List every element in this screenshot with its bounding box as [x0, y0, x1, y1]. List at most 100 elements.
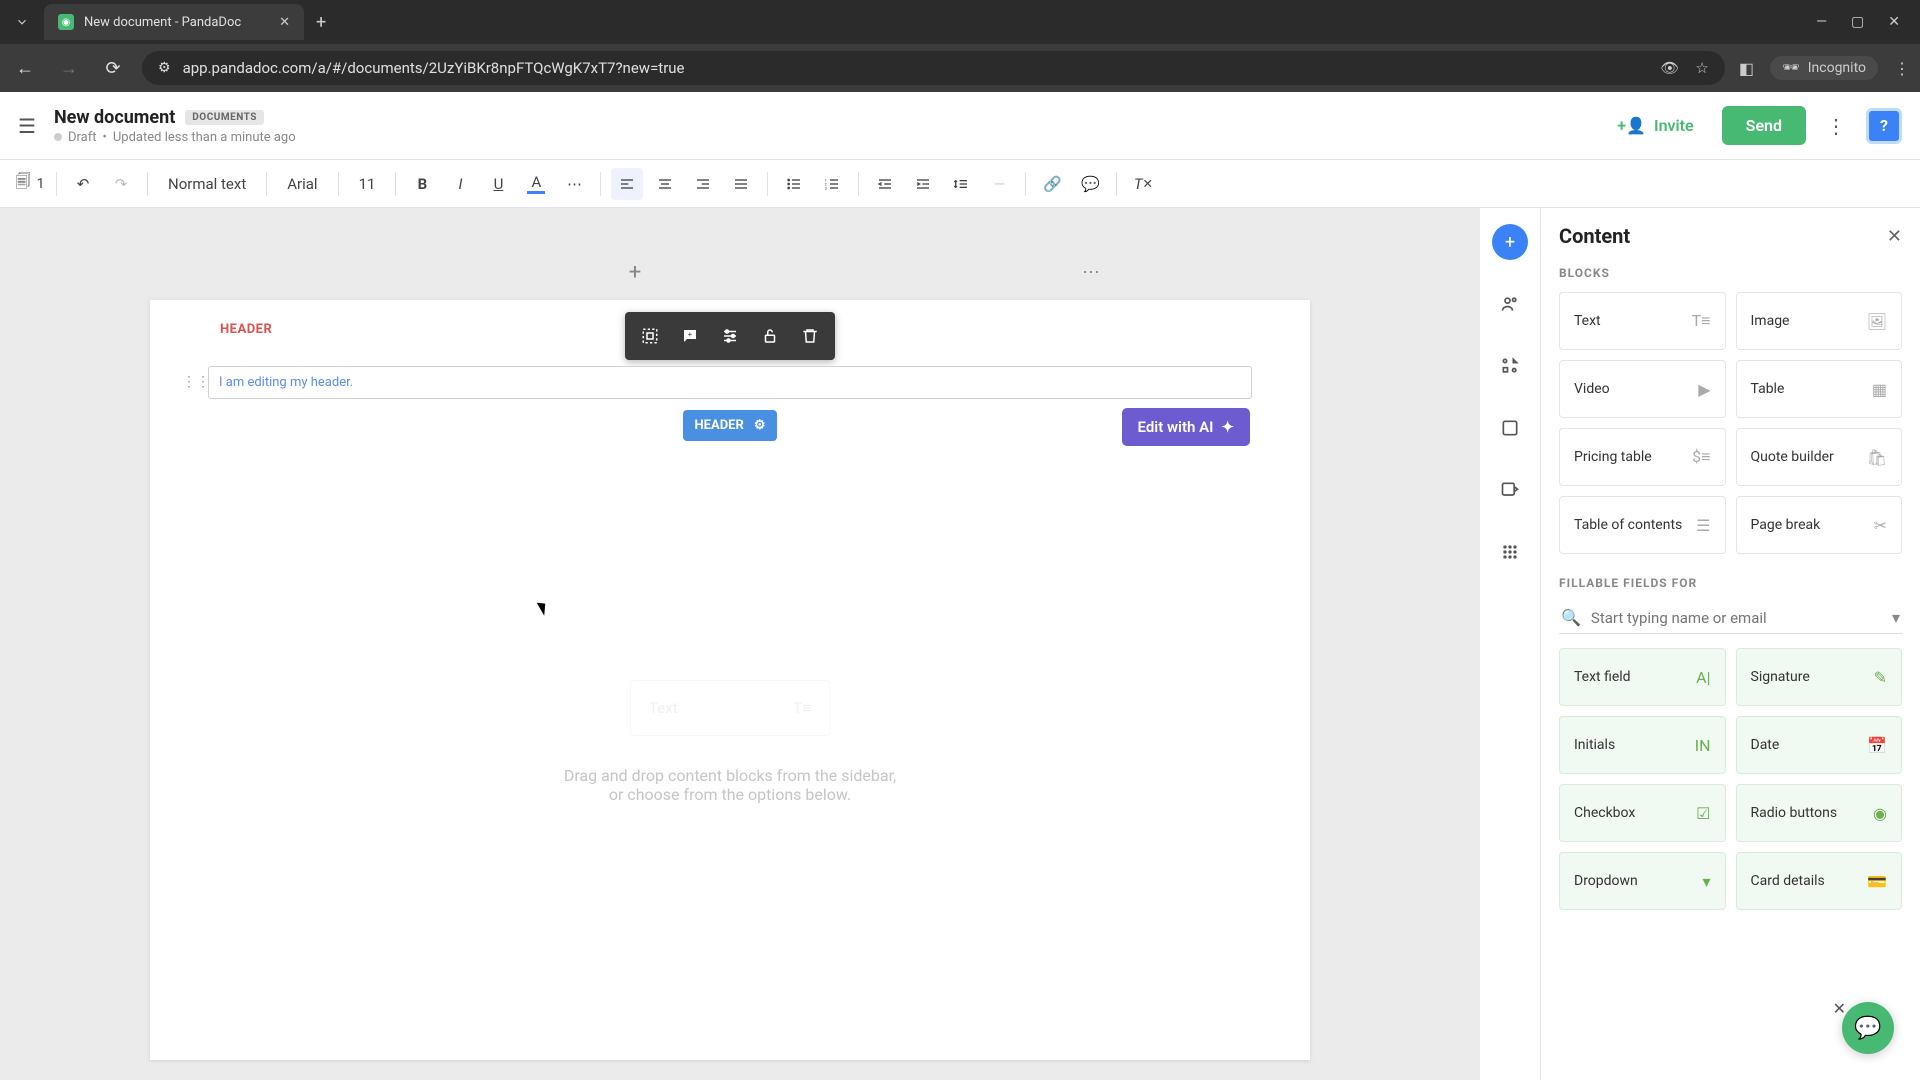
pages-button[interactable]: 🗐 1 — [14, 168, 46, 200]
block-toc[interactable]: Table of contents☰ — [1559, 496, 1726, 554]
gear-icon[interactable]: ⚙ — [754, 418, 766, 433]
minimize-icon[interactable]: — — [1816, 14, 1827, 30]
text-icon: T≡ — [793, 699, 811, 717]
help-button[interactable]: ? — [1866, 108, 1902, 144]
align-center-button[interactable] — [649, 168, 681, 200]
video-icon: ▶ — [1698, 380, 1710, 399]
link-button[interactable]: 🔗 — [1036, 168, 1068, 200]
rail-design-button[interactable] — [1492, 410, 1528, 446]
field-signature[interactable]: Signature✎ — [1736, 648, 1903, 706]
edit-with-ai-button[interactable]: Edit with AI ✦ — [1122, 408, 1250, 446]
svg-text:+: + — [688, 330, 692, 339]
numbered-list-button[interactable]: 123 — [816, 168, 848, 200]
horizontal-rule-button[interactable]: — — [983, 168, 1015, 200]
font-size-select[interactable]: 11 — [349, 171, 386, 197]
undo-button[interactable]: ↶ — [67, 168, 99, 200]
bullet-list-button[interactable] — [778, 168, 810, 200]
new-tab-button[interactable]: + — [316, 12, 326, 33]
bold-button[interactable]: B — [406, 168, 438, 200]
align-right-button[interactable] — [687, 168, 719, 200]
outdent-button[interactable] — [869, 168, 901, 200]
send-button[interactable]: Send — [1722, 106, 1806, 145]
align-justify-button[interactable] — [725, 168, 757, 200]
panel-close-icon[interactable]: ✕ — [1887, 226, 1902, 247]
block-page-break[interactable]: Page break✂ — [1736, 496, 1903, 554]
block-quote-builder[interactable]: Quote builder🛍 — [1736, 428, 1903, 486]
chat-fab-button[interactable]: 💬 — [1842, 1002, 1894, 1054]
site-settings-icon[interactable]: ⚙ — [158, 60, 171, 76]
ghost-text-block[interactable]: Text T≡ — [630, 680, 830, 736]
canvas[interactable]: + ⋯ HEADER + — [0, 208, 1480, 1080]
blocks-section-label: BLOCKS — [1559, 266, 1902, 280]
bookmark-icon[interactable]: ☆ — [1695, 59, 1708, 77]
rail-variables-button[interactable] — [1492, 348, 1528, 384]
font-select[interactable]: Arial — [277, 171, 327, 197]
redo-button[interactable]: ↷ — [105, 168, 137, 200]
block-select-icon[interactable] — [631, 318, 669, 354]
text-style-select[interactable]: Normal text — [158, 171, 256, 197]
field-date[interactable]: Date📅 — [1736, 716, 1903, 774]
forward-button[interactable]: → — [54, 58, 84, 79]
reload-button[interactable]: ⟳ — [98, 58, 128, 79]
document-title[interactable]: New document — [54, 107, 175, 128]
invite-button[interactable]: +👤 Invite — [1603, 108, 1707, 143]
menu-icon[interactable]: ☰ — [18, 114, 36, 138]
add-block-button[interactable]: + — [629, 260, 641, 285]
incognito-badge[interactable]: 🕶 Incognito — [1770, 56, 1878, 80]
clear-formatting-button[interactable]: T✕ — [1127, 168, 1159, 200]
recipient-search[interactable]: 🔍 ▾ — [1559, 602, 1902, 634]
drag-handle-icon[interactable]: ⋮⋮ — [182, 374, 210, 390]
panel-title: Content — [1559, 224, 1630, 248]
field-checkbox[interactable]: Checkbox☑ — [1559, 784, 1726, 842]
indent-button[interactable] — [907, 168, 939, 200]
field-initials[interactable]: InitialsIN — [1559, 716, 1726, 774]
more-actions-icon[interactable]: ⋮ — [1820, 108, 1852, 144]
field-card-details[interactable]: Card details💳 — [1736, 852, 1903, 910]
header-text-input[interactable] — [208, 366, 1252, 399]
browser-tab[interactable]: ◉ New document - PandaDoc ✕ — [44, 4, 304, 40]
tab-close-icon[interactable]: ✕ — [279, 15, 290, 30]
italic-button[interactable]: I — [444, 168, 476, 200]
eye-off-icon[interactable]: 👁 — [1660, 59, 1679, 77]
side-panel-icon[interactable]: ◧ — [1739, 59, 1754, 78]
page-options-button[interactable]: ⋯ — [1082, 262, 1100, 283]
placeholder-line1: Drag and drop content blocks from the si… — [150, 766, 1310, 785]
rail-workflow-button[interactable] — [1492, 472, 1528, 508]
block-delete-icon[interactable] — [791, 318, 829, 354]
comment-button[interactable]: 💬 — [1074, 168, 1106, 200]
back-button[interactable]: ← — [10, 58, 40, 79]
image-icon: 🖼 — [1867, 312, 1887, 331]
text-icon: T≡ — [1692, 311, 1711, 331]
header-block-tag[interactable]: HEADER ⚙ — [683, 410, 778, 441]
more-formatting-button[interactable]: ⋯ — [558, 168, 590, 200]
header-block[interactable]: ⋮⋮ — [208, 366, 1252, 399]
block-settings-icon[interactable] — [711, 318, 749, 354]
block-lock-icon[interactable] — [751, 318, 789, 354]
block-video[interactable]: Video▶ — [1559, 360, 1726, 418]
rail-apps-button[interactable] — [1492, 534, 1528, 570]
toolbar-separator — [1116, 172, 1117, 196]
maximize-icon[interactable]: ▢ — [1851, 14, 1864, 30]
close-window-icon[interactable]: ✕ — [1888, 14, 1900, 30]
mouse-cursor-icon — [540, 600, 547, 615]
document-page[interactable]: HEADER + ⋮⋮ — [150, 300, 1310, 1060]
block-table[interactable]: Table▦ — [1736, 360, 1903, 418]
field-radio[interactable]: Radio buttons◉ — [1736, 784, 1903, 842]
field-text[interactable]: Text fieldA| — [1559, 648, 1726, 706]
align-left-button[interactable] — [611, 168, 643, 200]
block-comment-icon[interactable]: + — [671, 318, 709, 354]
line-spacing-button[interactable] — [945, 168, 977, 200]
block-text[interactable]: TextT≡ — [1559, 292, 1726, 350]
browser-menu-icon[interactable]: ⋮ — [1894, 59, 1910, 78]
search-tabs-button[interactable] — [8, 8, 36, 36]
rail-content-button[interactable]: + — [1492, 224, 1528, 260]
recipient-search-input[interactable] — [1591, 609, 1882, 627]
block-image[interactable]: Image🖼 — [1736, 292, 1903, 350]
rail-recipients-button[interactable] — [1492, 286, 1528, 322]
chevron-down-icon[interactable]: ▾ — [1892, 608, 1900, 627]
underline-button[interactable]: U — [482, 168, 514, 200]
text-color-button[interactable]: A — [520, 168, 552, 200]
block-pricing-table[interactable]: Pricing table$≡ — [1559, 428, 1726, 486]
url-bar[interactable]: ⚙ app.pandadoc.com/a/#/documents/2UzYiBK… — [142, 51, 1725, 85]
field-dropdown[interactable]: Dropdown▾ — [1559, 852, 1726, 910]
